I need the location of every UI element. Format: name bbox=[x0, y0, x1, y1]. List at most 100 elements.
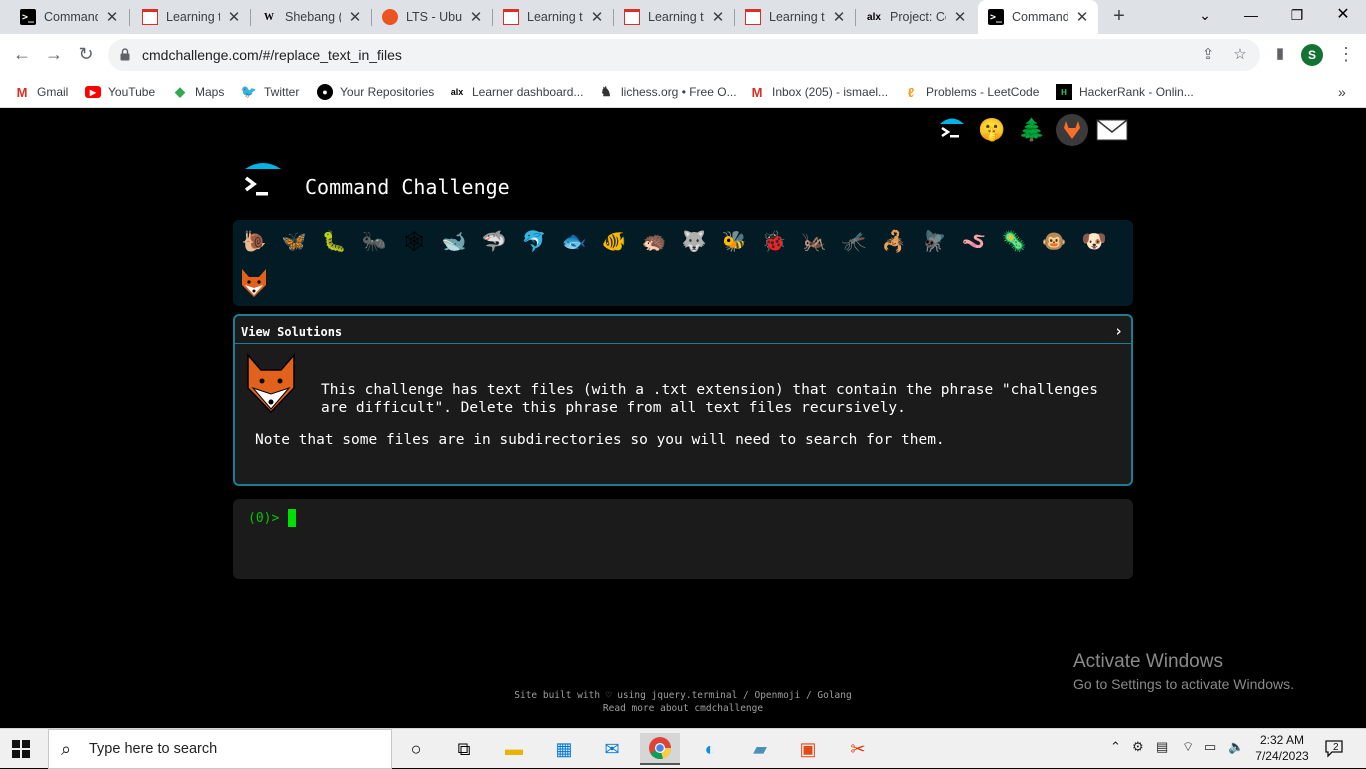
snail-icon[interactable]: 🐌 bbox=[237, 224, 271, 258]
snipping-tool-icon[interactable]: ✂ bbox=[838, 733, 878, 765]
address-bar[interactable]: cmdchallenge.com/#/replace_text_in_files… bbox=[108, 39, 1260, 71]
tab[interactable]: W Shebang ( ✕ bbox=[251, 0, 371, 34]
bookmark-alx[interactable]: alx Learner dashboard... bbox=[449, 82, 584, 102]
close-icon[interactable]: ✕ bbox=[1074, 8, 1090, 26]
close-icon[interactable]: ✕ bbox=[952, 8, 968, 26]
worm-icon[interactable]: 🪱 bbox=[957, 224, 991, 258]
tab[interactable]: LTS - Ubun ✕ bbox=[372, 0, 492, 34]
tray-app-icon[interactable]: ▤ bbox=[1156, 739, 1168, 755]
taskbar-clock[interactable]: 2:32 AM 7/24/2023 bbox=[1252, 732, 1312, 764]
microbe-icon[interactable]: 🦠 bbox=[997, 224, 1031, 258]
close-icon[interactable]: ✕ bbox=[468, 8, 484, 26]
battery-icon[interactable]: ▭ bbox=[1204, 739, 1216, 755]
mail-icon[interactable] bbox=[1096, 114, 1128, 146]
forward-arrow-icon[interactable]: → bbox=[42, 43, 66, 67]
bookmark-gmail[interactable]: M Gmail bbox=[14, 82, 69, 102]
shush-face-icon[interactable]: 🤫 bbox=[976, 114, 1008, 146]
wolf-icon[interactable]: 🐺 bbox=[677, 224, 711, 258]
bookmark-lichess[interactable]: ♞ lichess.org • Free O... bbox=[598, 82, 736, 102]
edge-icon[interactable]: ◐ bbox=[690, 733, 730, 765]
reload-icon[interactable]: ↻ bbox=[74, 43, 98, 67]
side-panel-icon[interactable]: ▮ bbox=[1268, 43, 1292, 67]
chevron-right-icon[interactable]: › bbox=[1114, 322, 1123, 340]
store-icon[interactable]: ▦ bbox=[544, 733, 584, 765]
tab[interactable]: alx Project: Co ✕ bbox=[856, 0, 976, 34]
window-close-icon[interactable]: ✕ bbox=[1320, 0, 1366, 32]
fly-icon[interactable]: 🪰 bbox=[917, 224, 951, 258]
shark-icon[interactable]: 🦈 bbox=[477, 224, 511, 258]
bookmark-star-icon[interactable]: ☆ bbox=[1230, 45, 1250, 65]
hedgehog-icon[interactable]: 🦔 bbox=[637, 224, 671, 258]
terminal-cursor[interactable] bbox=[288, 509, 296, 527]
close-icon[interactable]: ✕ bbox=[104, 8, 120, 26]
url-text[interactable]: cmdchallenge.com/#/replace_text_in_files bbox=[142, 47, 402, 63]
close-icon[interactable]: ✕ bbox=[347, 8, 363, 26]
terminal-hat-icon[interactable] bbox=[936, 114, 968, 146]
tab[interactable]: Learning th ✕ bbox=[493, 0, 613, 34]
bookmark-twitter[interactable]: 🐦 Twitter bbox=[241, 82, 299, 102]
bookmark-github[interactable]: ● Your Repositories bbox=[317, 82, 434, 102]
windows-start-icon[interactable] bbox=[12, 740, 30, 758]
lock-icon[interactable] bbox=[120, 48, 130, 61]
back-arrow-icon[interactable]: ← bbox=[10, 43, 34, 67]
monkey-icon[interactable]: 🐵 bbox=[1037, 224, 1071, 258]
tray-chevron-icon[interactable]: ⌃ bbox=[1110, 739, 1121, 755]
close-icon[interactable]: ✕ bbox=[710, 8, 726, 26]
butterfly-icon[interactable]: 🦋 bbox=[277, 224, 311, 258]
mosquito-icon[interactable]: 🦟 bbox=[837, 224, 871, 258]
page-title[interactable]: Command Challenge bbox=[305, 175, 510, 199]
bookmark-inbox[interactable]: M Inbox (205) - ismael... bbox=[749, 82, 888, 102]
bookmarks-overflow-button[interactable]: » bbox=[1338, 82, 1346, 102]
task-view-icon[interactable]: ⧉ bbox=[444, 733, 484, 765]
bee-icon[interactable]: 🐝 bbox=[717, 224, 751, 258]
share-icon[interactable]: ⇪ bbox=[1198, 45, 1218, 65]
menu-kebab-icon[interactable]: ⋮ bbox=[1334, 43, 1358, 67]
office-icon[interactable]: ▣ bbox=[788, 733, 828, 765]
maximize-icon[interactable]: ❐ bbox=[1274, 0, 1320, 32]
mail-app-icon[interactable]: ✉ bbox=[592, 733, 632, 765]
notes-icon[interactable]: ▰ bbox=[740, 733, 780, 765]
tab-search-chevron-icon[interactable]: ⌄ bbox=[1182, 0, 1228, 32]
fox-icon[interactable] bbox=[237, 266, 271, 300]
view-solutions-toggle[interactable]: View Solutions › bbox=[235, 316, 1131, 344]
gitlab-icon[interactable] bbox=[1056, 114, 1088, 146]
file-explorer-icon[interactable]: ▬ bbox=[494, 733, 534, 765]
close-icon[interactable]: ✕ bbox=[226, 8, 242, 26]
tab[interactable]: >_ Command ✕ bbox=[0, 0, 128, 34]
cortana-icon[interactable]: ○ bbox=[396, 733, 436, 765]
whale-icon[interactable]: 🐋 bbox=[437, 224, 471, 258]
bookmark-hackerrank[interactable]: H HackerRank - Onlin... bbox=[1056, 82, 1194, 102]
bookmark-youtube[interactable]: ▶ YouTube bbox=[85, 82, 155, 102]
tree-icon[interactable]: 🌲 bbox=[1016, 114, 1048, 146]
volume-icon[interactable]: 🔈 bbox=[1228, 739, 1244, 755]
scorpion-icon[interactable]: 🦂 bbox=[877, 224, 911, 258]
chrome-icon[interactable] bbox=[640, 733, 680, 765]
terminal[interactable]: (0)> bbox=[233, 499, 1133, 579]
close-icon[interactable]: ✕ bbox=[589, 8, 605, 26]
tab[interactable]: Learning th ✕ bbox=[735, 0, 855, 34]
network-settings-icon[interactable]: ⚙ bbox=[1132, 739, 1144, 755]
minimize-icon[interactable]: — bbox=[1228, 0, 1274, 32]
notifications-icon[interactable]: 2 bbox=[1324, 738, 1344, 758]
site-logo-icon[interactable] bbox=[240, 161, 286, 201]
taskbar-search[interactable]: ⌕ Type here to search bbox=[48, 729, 392, 769]
ant-icon[interactable]: 🐜 bbox=[357, 224, 391, 258]
bookmark-maps[interactable]: ◆ Maps bbox=[172, 82, 224, 102]
wifi-icon[interactable]: ⌔ bbox=[1182, 739, 1194, 755]
fish-icon[interactable]: 🐟 bbox=[557, 224, 591, 258]
tab[interactable]: Learning th ✕ bbox=[614, 0, 734, 34]
tropical-fish-icon[interactable]: 🐠 bbox=[597, 224, 631, 258]
bookmark-leetcode[interactable]: ℓ Problems - LeetCode bbox=[903, 82, 1040, 102]
dolphin-icon[interactable]: 🐬 bbox=[517, 224, 551, 258]
caterpillar-icon[interactable]: 🐛 bbox=[317, 224, 351, 258]
footer-about-link[interactable]: Read more about cmdchallenge bbox=[0, 702, 1366, 715]
close-icon[interactable]: ✕ bbox=[831, 8, 847, 26]
ladybug-icon[interactable]: 🐞 bbox=[757, 224, 791, 258]
cricket-icon[interactable]: 🦗 bbox=[797, 224, 831, 258]
tab-active[interactable]: >_ Command ✕ bbox=[978, 0, 1098, 34]
tab[interactable]: Learning th ✕ bbox=[130, 0, 250, 34]
profile-avatar[interactable]: S bbox=[1301, 44, 1323, 66]
spider-web-icon[interactable]: 🕸 bbox=[397, 224, 431, 258]
dog-icon[interactable]: 🐶 bbox=[1077, 224, 1111, 258]
new-tab-button[interactable]: + bbox=[1108, 6, 1130, 28]
